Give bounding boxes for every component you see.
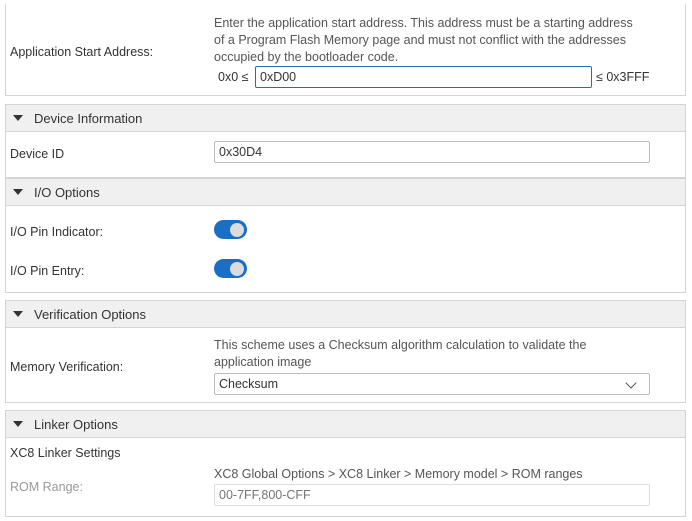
- verification-panel: Verification Options Memory Verification…: [5, 300, 686, 403]
- caret-down-icon: [13, 421, 23, 427]
- app-start-label: Application Start Address:: [10, 45, 154, 59]
- app-start-input[interactable]: [255, 66, 592, 88]
- io-pin-entry-label: I/O Pin Entry:: [10, 264, 85, 278]
- app-start-description: Enter the application start address. Thi…: [214, 16, 633, 64]
- io-pin-indicator-label: I/O Pin Indicator:: [10, 225, 104, 239]
- caret-down-icon: [13, 311, 23, 317]
- rom-range-label: ROM Range:: [10, 480, 83, 494]
- toggle-knob: [230, 261, 244, 276]
- app-start-min-label: 0x0 ≤: [218, 70, 249, 84]
- io-pin-indicator-toggle[interactable]: [214, 220, 247, 239]
- chevron-down-icon: [625, 377, 637, 389]
- app-start-panel: Application Start Address: Enter the app…: [5, 4, 686, 96]
- device-info-title: Device Information: [34, 110, 143, 126]
- device-info-header[interactable]: Device Information: [6, 105, 685, 132]
- rom-range-field: [214, 484, 650, 506]
- caret-down-icon: [13, 115, 23, 121]
- verification-header[interactable]: Verification Options: [6, 301, 685, 328]
- xc8-linker-settings-label: XC8 Linker Settings: [10, 446, 121, 460]
- verification-title: Verification Options: [34, 306, 147, 322]
- linker-panel: Linker Options XC8 Linker Settings XC8 G…: [5, 410, 686, 517]
- io-options-panel: I/O Options I/O Pin Indicator: I/O Pin E…: [5, 178, 686, 293]
- device-id-label: Device ID: [10, 147, 65, 161]
- memory-verification-select[interactable]: Checksum: [214, 373, 650, 395]
- verification-description: This scheme uses a Checksum algorithm ca…: [214, 338, 587, 369]
- device-info-panel: Device Information Device ID: [5, 104, 686, 178]
- app-start-max-label: ≤ 0x3FFF: [596, 70, 650, 84]
- memory-verification-label: Memory Verification:: [10, 360, 124, 374]
- linker-header[interactable]: Linker Options: [6, 411, 685, 438]
- io-options-title: I/O Options: [34, 184, 100, 200]
- io-pin-entry-toggle[interactable]: [214, 259, 247, 278]
- linker-title: Linker Options: [34, 416, 118, 432]
- linker-path: XC8 Global Options > XC8 Linker > Memory…: [214, 467, 583, 481]
- device-id-field[interactable]: [214, 141, 650, 163]
- memory-verification-value: Checksum: [219, 377, 279, 391]
- caret-down-icon: [13, 189, 23, 195]
- io-options-header[interactable]: I/O Options: [6, 179, 685, 206]
- toggle-knob: [230, 222, 244, 237]
